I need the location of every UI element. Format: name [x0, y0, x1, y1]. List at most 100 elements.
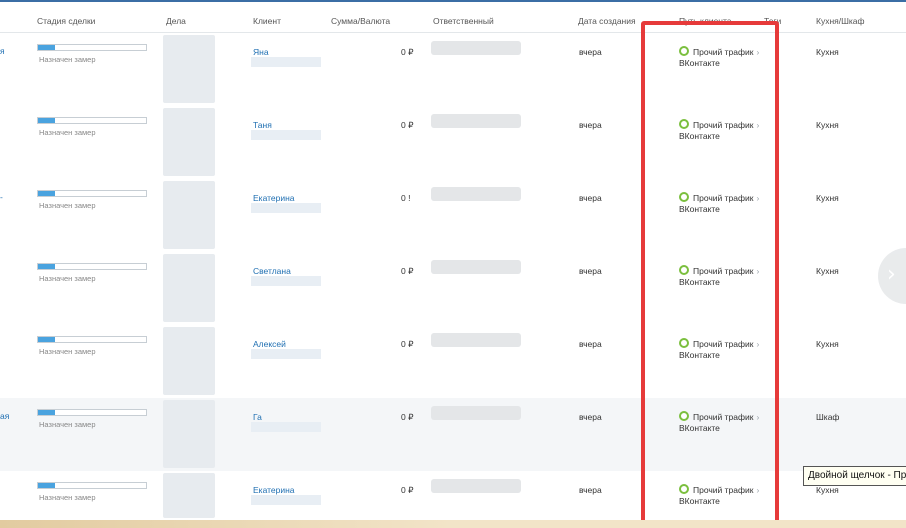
stage-progress[interactable]: [37, 482, 147, 489]
blurred-responsible: [431, 479, 521, 493]
chevron-right-icon: ›: [756, 120, 760, 130]
path-channel: ВКонтакте: [679, 350, 720, 360]
chevron-right-icon: ›: [756, 266, 760, 276]
col-tags[interactable]: Теги: [764, 16, 781, 26]
lead-name[interactable]: -: [0, 192, 3, 202]
client-link[interactable]: Яна: [253, 47, 269, 57]
chevron-right-icon: ›: [756, 47, 760, 57]
col-stage[interactable]: Стадия сделки: [37, 16, 95, 26]
chevron-right-icon: ›: [756, 485, 760, 495]
client-link[interactable]: Алексей: [253, 339, 286, 349]
kitchen-value: Кухня: [816, 120, 839, 130]
client-link[interactable]: Таня: [253, 120, 272, 130]
chevron-right-icon: ›: [887, 262, 896, 287]
status-dot-icon: [679, 338, 689, 348]
blurred-responsible: [431, 406, 521, 420]
chevron-right-icon: ›: [756, 412, 760, 422]
client-path[interactable]: Прочий трафик › ВКонтакте: [679, 119, 759, 142]
chevron-right-icon: ›: [756, 193, 760, 203]
status-dot-icon: [679, 484, 689, 494]
client-link[interactable]: Га: [253, 412, 262, 422]
blurred-responsible: [431, 187, 521, 201]
stage-label: Назначен замер: [39, 274, 96, 283]
blurred-tasks: [163, 181, 215, 249]
path-channel: ВКонтакте: [679, 58, 720, 68]
client-link[interactable]: Светлана: [253, 266, 291, 276]
tooltip: Двойной щелчок - Пр: [803, 466, 906, 486]
table-row[interactable]: ая Назначен замер Га 0 ₽ вчера Прочий тр…: [0, 398, 906, 472]
client-link[interactable]: Екатерина: [253, 193, 295, 203]
client-path[interactable]: Прочий трафик › ВКонтакте: [679, 46, 759, 69]
client-path[interactable]: Прочий трафик › ВКонтакте: [679, 192, 759, 215]
stage-label: Назначен замер: [39, 420, 96, 429]
table-row[interactable]: Назначен замер Екатерина 0 ₽ вчера Прочи…: [0, 471, 906, 521]
status-dot-icon: [679, 411, 689, 421]
blurred-tasks: [163, 473, 215, 518]
path-channel: ВКонтакте: [679, 131, 720, 141]
path-source: Прочий трафик: [693, 266, 754, 276]
deal-sum: 0 ₽: [401, 339, 414, 349]
col-path[interactable]: Путь клиента: [679, 16, 732, 26]
table-row[interactable]: - Назначен замер Екатерина 0 ! вчера Про…: [0, 179, 906, 253]
blurred-responsible: [431, 41, 521, 55]
created-date: вчера: [579, 339, 602, 349]
path-source: Прочий трафик: [693, 193, 754, 203]
blurred-responsible: [431, 260, 521, 274]
col-sum[interactable]: Сумма/Валюта: [331, 16, 390, 26]
created-date: вчера: [579, 266, 602, 276]
stage-progress[interactable]: [37, 190, 147, 197]
stage-label: Назначен замер: [39, 128, 96, 137]
deal-sum: 0 ₽: [401, 266, 414, 276]
col-kitchen[interactable]: Кухня/Шкаф: [816, 16, 865, 26]
created-date: вчера: [579, 120, 602, 130]
client-link[interactable]: Екатерина: [253, 485, 295, 495]
kitchen-value: Кухня: [816, 193, 839, 203]
col-created[interactable]: Дата создания: [578, 16, 636, 26]
table-row[interactable]: Назначен замер Светлана 0 ₽ вчера Прочий…: [0, 252, 906, 326]
stage-progress[interactable]: [37, 44, 147, 51]
kitchen-value: Кухня: [816, 485, 839, 495]
path-channel: ВКонтакте: [679, 423, 720, 433]
deal-sum: 0 ₽: [401, 120, 414, 130]
stage-progress[interactable]: [37, 263, 147, 270]
client-path[interactable]: Прочий трафик › ВКонтакте: [679, 411, 759, 434]
path-source: Прочий трафик: [693, 47, 754, 57]
blurred-client: [251, 203, 321, 213]
path-channel: ВКонтакте: [679, 496, 720, 506]
table-row[interactable]: Назначен замер Таня 0 ₽ вчера Прочий тра…: [0, 106, 906, 180]
path-source: Прочий трафик: [693, 412, 754, 422]
path-channel: ВКонтакте: [679, 204, 720, 214]
col-client[interactable]: Клиент: [253, 16, 281, 26]
kitchen-value: Кухня: [816, 339, 839, 349]
created-date: вчера: [579, 485, 602, 495]
stage-label: Назначен замер: [39, 55, 96, 64]
stage-progress[interactable]: [37, 117, 147, 124]
blurred-client: [251, 495, 321, 505]
client-path[interactable]: Прочий трафик › ВКонтакте: [679, 484, 759, 507]
path-source: Прочий трафик: [693, 485, 754, 495]
kitchen-value: Шкаф: [816, 412, 840, 422]
lead-name[interactable]: ая: [0, 411, 9, 421]
stage-progress[interactable]: [37, 409, 147, 416]
chevron-right-icon: ›: [756, 339, 760, 349]
status-dot-icon: [679, 119, 689, 129]
created-date: вчера: [579, 193, 602, 203]
lead-name[interactable]: я: [0, 46, 5, 56]
blurred-client: [251, 57, 321, 67]
col-responsible[interactable]: Ответственный: [433, 16, 494, 26]
blurred-tasks: [163, 254, 215, 322]
status-dot-icon: [679, 265, 689, 275]
client-path[interactable]: Прочий трафик › ВКонтакте: [679, 265, 759, 288]
blurred-tasks: [163, 35, 215, 103]
deal-sum: 0 ₽: [401, 47, 414, 57]
table-row[interactable]: Назначен замер Алексей 0 ₽ вчера Прочий …: [0, 325, 906, 399]
table-row[interactable]: я Назначен замер Яна 0 ₽ вчера Прочий тр…: [0, 33, 906, 107]
stage-progress[interactable]: [37, 336, 147, 343]
blurred-client: [251, 422, 321, 432]
path-source: Прочий трафик: [693, 120, 754, 130]
client-path[interactable]: Прочий трафик › ВКонтакте: [679, 338, 759, 361]
stage-label: Назначен замер: [39, 347, 96, 356]
col-tasks[interactable]: Дела: [166, 16, 186, 26]
table-header: Стадия сделки Дела Клиент Сумма/Валюта О…: [0, 2, 906, 33]
kitchen-value: Кухня: [816, 47, 839, 57]
